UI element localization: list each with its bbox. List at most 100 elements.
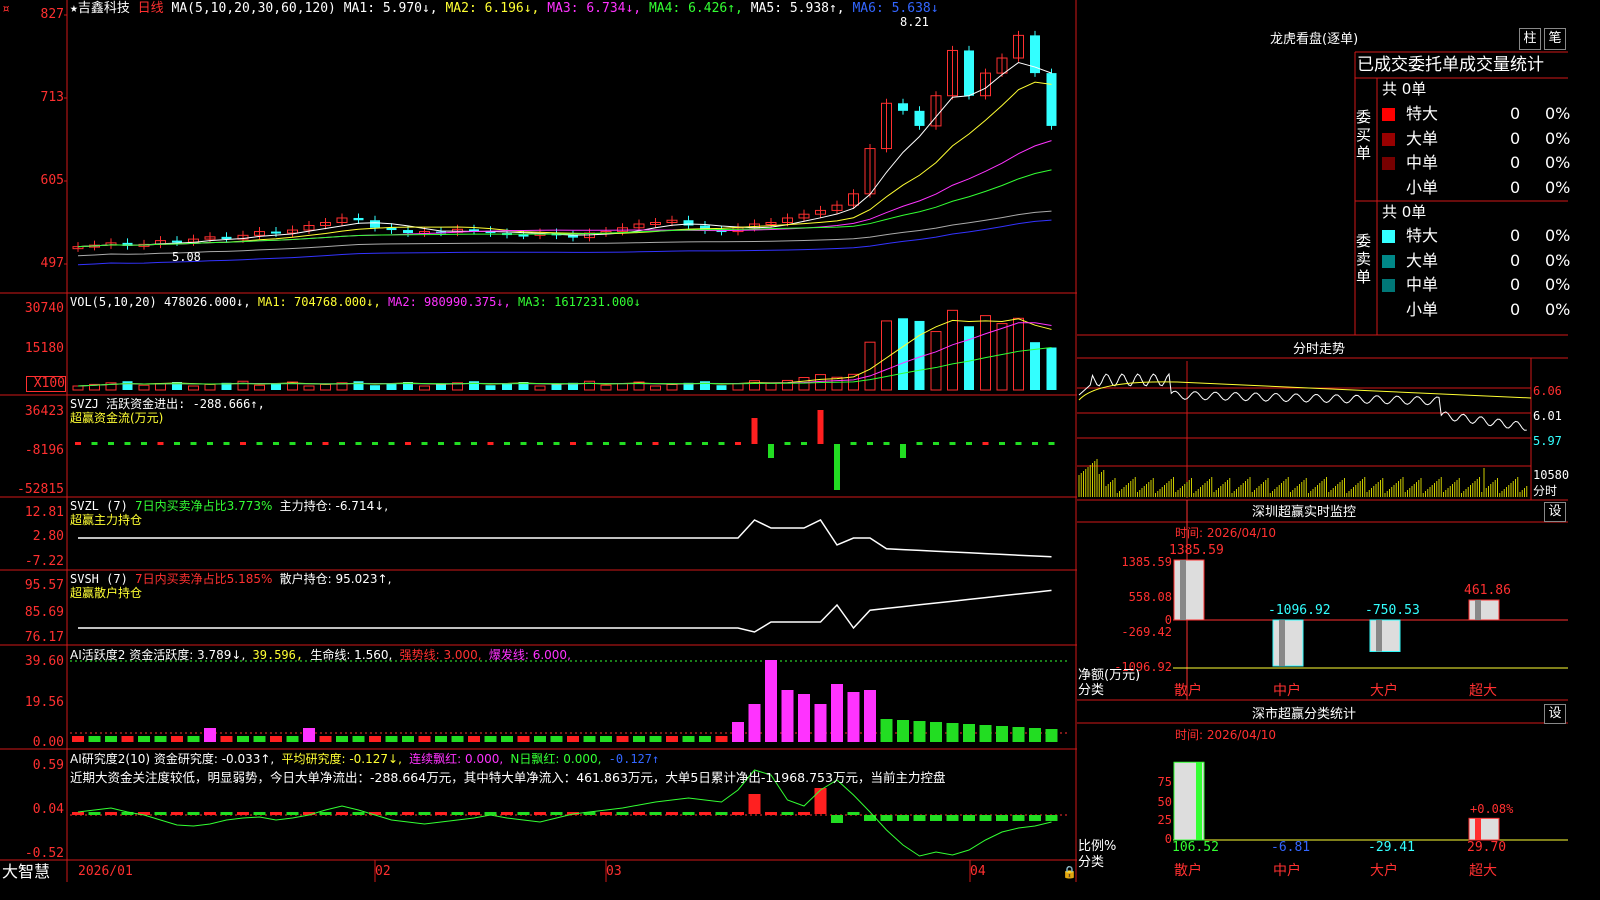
flow-dot [405, 442, 411, 445]
activity-bar [649, 736, 662, 742]
monitor-axis-tick: 1385.59 [1121, 555, 1172, 569]
color-swatch [1382, 157, 1395, 170]
volume-bar [320, 383, 331, 391]
flow-dot [157, 442, 164, 445]
monitor-bar-stripe [1279, 620, 1285, 666]
research-bar [418, 812, 431, 815]
monitor-axis-tick: -269.42 [1121, 625, 1172, 639]
bar-mode-button[interactable]: 柱 [1519, 28, 1541, 50]
order-type: 中单 [1406, 153, 1439, 172]
volume-bar [996, 323, 1008, 391]
color-swatch [1382, 181, 1395, 195]
stat-bar-label: 106.52 [1172, 840, 1219, 855]
stat-bar-stripe [1196, 762, 1202, 840]
monitor-bar-label: -750.53 [1365, 603, 1420, 618]
activity-bar [220, 736, 233, 742]
research-bar [715, 812, 728, 815]
research-bar [171, 812, 183, 815]
activity-bar [583, 736, 596, 742]
ma2-value: MA2: 6.196↓, [445, 1, 540, 16]
stat-time: 时间: 2026/04/10 [1175, 728, 1277, 742]
research-bar [105, 812, 117, 815]
period-label[interactable]: 日线 [138, 1, 164, 16]
price-axis-tick: 827 [40, 7, 64, 22]
activity-bar [864, 690, 876, 742]
research-bar [402, 812, 414, 815]
low-price-label: 5.08 [172, 250, 201, 264]
main-kline-chart[interactable] [0, 0, 1077, 882]
volume-bar [600, 384, 612, 391]
stat-bar-label: -6.81 [1271, 840, 1311, 855]
star-icon[interactable]: ★ [70, 1, 78, 16]
activity-bar [996, 726, 1008, 742]
volume-bar [964, 326, 974, 390]
flow-dot [669, 442, 675, 445]
ai1-v3: 生命线: 1.560, [310, 648, 393, 662]
monitor-category: 中户 [1273, 683, 1301, 699]
flow-dot [949, 442, 956, 445]
svzl-axis-tick: -7.22 [24, 554, 64, 569]
flow-bar [768, 444, 774, 458]
activity-bar [171, 736, 183, 742]
lock-icon[interactable]: 🔒 [1062, 865, 1077, 879]
flow-dot [520, 442, 527, 445]
price-axis-tick: 497 [40, 256, 64, 271]
research-bar [847, 812, 860, 815]
svsh-hold: 散户持仓: 95.023↑, [279, 572, 392, 586]
ai2-v4: N日飘红: 0.000, [510, 752, 602, 766]
activity-bar [814, 704, 827, 742]
order-row: 小单 0 0% [1380, 299, 1570, 321]
activity-bar [946, 723, 959, 742]
svzl-title: SVZL (7) [70, 499, 128, 513]
volume-bar [732, 383, 744, 391]
flow-dot [306, 442, 312, 445]
activity-bar [699, 736, 711, 742]
stat-category: 中户 [1273, 863, 1301, 879]
tick-mode-button[interactable]: 笔 [1544, 28, 1566, 50]
volume-bar [700, 381, 710, 390]
research-bar [550, 812, 563, 815]
monitor-bar-label: -1096.92 [1268, 603, 1331, 618]
monitor-bar [1272, 619, 1304, 667]
activity-bar [517, 736, 530, 742]
stat-settings-button[interactable]: 设 [1544, 704, 1566, 724]
flow-dot [718, 442, 725, 445]
svsh-line [78, 589, 1052, 633]
monitor-settings-button[interactable]: 设 [1544, 502, 1566, 522]
ai1-axis-tick: 0.00 [32, 735, 64, 750]
volume-bar [469, 381, 479, 390]
ai2-header: AI研究度2(10) 资金研究度: -0.033↑, 平均研究度: -0.127… [70, 752, 659, 766]
flow-dot [471, 442, 477, 445]
activity-bar [633, 736, 645, 742]
stat-category: 大户 [1370, 863, 1398, 879]
volume-bar [864, 341, 876, 391]
vol-unit-button[interactable]: X100 [26, 376, 66, 392]
order-type: 特大 [1406, 104, 1439, 123]
order-percent: 0% [1545, 250, 1571, 270]
flow-dot [1048, 442, 1055, 445]
candle-body [370, 220, 380, 228]
activity-bar [979, 725, 992, 742]
svsh-axis-tick: 76.17 [24, 630, 64, 645]
activity-bar [715, 736, 728, 742]
flow-dot [190, 442, 197, 445]
vol-ma1: MA1: 704768.000↓, [257, 295, 381, 309]
ai2-axis-tick: 0.59 [32, 758, 64, 773]
flow-bar [751, 418, 758, 444]
flow-dot [421, 442, 428, 445]
activity-bar [963, 724, 975, 742]
flow-dot [289, 442, 296, 445]
volume-bar [386, 383, 397, 390]
activity-bar [138, 736, 150, 742]
tab-title[interactable]: 已成交委托单成交量统计 [1357, 55, 1544, 75]
activity-bar [468, 736, 480, 742]
stat-bar-stripe [1475, 818, 1481, 840]
intraday-axis-tick: 6.06 [1533, 384, 1562, 398]
research-bar [88, 812, 101, 815]
flow-dot [619, 442, 626, 445]
monitor-bar-stripe [1376, 620, 1382, 652]
monitor-bar [1468, 599, 1500, 621]
volume-bar [122, 381, 133, 390]
stat-axis-tick: 75 [1157, 775, 1172, 789]
activity-bar [880, 719, 893, 742]
